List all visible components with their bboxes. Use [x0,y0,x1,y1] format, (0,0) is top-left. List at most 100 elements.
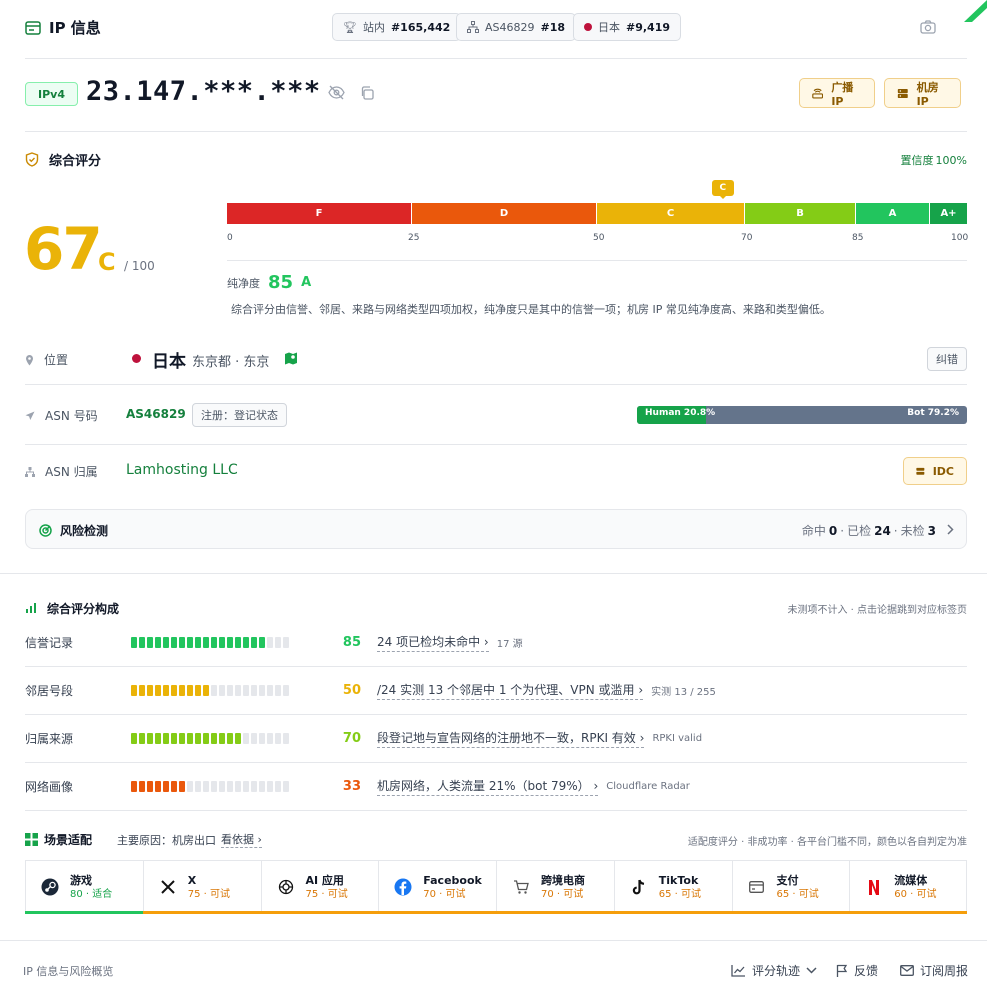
confidence: 置信度 100% [900,153,967,168]
risk-title-group: 风险检测 [39,522,108,539]
server-icon [916,467,925,475]
breakdown-source: 17 源 [496,639,523,650]
meter-cell [227,733,233,744]
chevron-right-icon: › [635,731,645,745]
scenario-card[interactable]: Facebook 70 · 可试 [378,860,497,914]
asn-number-link[interactable]: AS46829 [126,407,186,421]
chevron-right-icon: › [634,683,644,697]
location-region: 东京都 · 东京 [192,355,270,370]
breakdown-row[interactable]: 归属来源 70 段登记地与宣告网络的注册地不一致，RPKI 有效 › RPKI val… [25,715,967,763]
breakdown-source: RPKI valid [652,733,703,744]
location-label: 位置 [25,351,68,368]
breakdown-evidence-link[interactable]: 段登记地与宣告网络的注册地不一致，RPKI 有效 › [377,729,645,748]
scenario-card-text: 流媒体 60 · 可试 [894,874,936,901]
risk-title: 风险检测 [60,524,109,538]
score-section-header: 综合评分 [25,150,101,169]
trophy-icon: 🏆︎ [343,20,357,34]
scenario-card[interactable]: 游戏 80 · 适合 [25,860,144,914]
divider [25,58,967,59]
tiktok-icon [629,877,649,897]
datacenter-ip-tag[interactable]: 机房 IP [884,78,961,108]
scenario-status-bar [496,911,615,914]
meter-cell [275,685,281,696]
meter-cell [147,781,153,792]
breakdown-evidence-link[interactable]: 机房网络，人类流量 21%（bot 79%） › [377,777,599,796]
shield-check-icon [25,152,39,167]
server-icon [897,88,908,98]
fix-button[interactable]: 纠错 [927,347,967,371]
netflix-icon [864,877,884,897]
meter-cell [195,781,201,792]
scenario-status-bar [731,911,851,914]
scenario-card-text: 支付 65 · 可试 [777,874,819,901]
scenario-card-text: X 75 · 可试 [188,874,230,901]
subscribe-button[interactable]: 订阅周报 [900,962,968,979]
feedback-button[interactable]: 反馈 [836,962,878,979]
score-title: 综合评分 [49,154,102,169]
meter-cell [179,685,185,696]
breakdown-row[interactable]: 邻居号段 50/24 实测 13 个邻居中 1 个为代理、VPN 或滥用 › 实测 … [25,667,967,715]
breakdown-evidence-link[interactable]: /24 实测 13 个邻居中 1 个为代理、VPN 或滥用 › [377,681,644,700]
score-trend-button[interactable]: 评分轨迹 [731,962,817,979]
grade-segment-a-plus: A+ [930,203,967,224]
meter-cell [139,781,145,792]
risk-summary: 命中 0 · 已检 24 · 未检 3 [801,523,936,539]
scenario-card-text: 游戏 80 · 适合 [70,874,112,901]
meter-cell [251,733,257,744]
meter-cell [179,733,185,744]
openai-icon [276,877,296,897]
scenario-card-text: Facebook 70 · 可试 [423,874,482,901]
asn-rank-badge[interactable]: AS46829 #18 [456,13,577,41]
scenario-name: 流媒体 [894,873,928,887]
scenario-status-bar [378,911,497,914]
corner-ribbon-icon[interactable] [958,0,987,22]
scenario-score: 70 · 可试 [541,888,584,900]
scenario-card[interactable]: 跨境电商 70 · 可试 [496,860,615,914]
owner-name-link[interactable]: Lamhosting LLC [126,462,238,478]
purity-value: 85 [268,272,294,293]
flag-icon [836,964,848,977]
grade-segment-d: D [412,203,596,224]
meter-cell [147,685,153,696]
country-rank-badge[interactable]: 日本 #9,419 [573,13,682,41]
scenario-score: 65 · 可试 [658,888,702,900]
scenario-card[interactable]: TikTok 65 · 可试 [613,860,733,914]
meter-cell [147,733,153,744]
cart-icon [511,877,531,897]
breakdown-evidence-link[interactable]: 24 项已检均未命中 › [377,633,489,652]
meter-cell [243,733,249,744]
meter-cell [251,685,257,696]
pin-icon [26,354,33,365]
scenario-card[interactable]: AI 应用 75 · 可试 [260,860,380,914]
registration-chip[interactable]: 注册：登记状态 [192,403,287,427]
broadcast-ip-tag[interactable]: 广播 IP [799,78,875,108]
meter-cell [139,685,145,696]
map-icon[interactable] [284,352,298,365]
scenario-hint: 适配度评分 · 非成功率 · 各平台门槛不同，颜色以各自判定为准 [687,837,967,848]
section-divider [0,573,987,574]
breakdown-meter [131,637,311,648]
breakdown-meter [131,781,311,792]
page-title: IP 信息 [49,19,101,37]
idc-tag[interactable]: IDC [903,457,967,485]
scenario-score: 80 · 适合 [70,888,113,900]
camera-icon[interactable] [920,20,936,34]
meter-cell [139,637,145,648]
scenario-reason-link[interactable]: 看依据 › [221,831,262,848]
breakdown-row[interactable]: 网络画像 33 机房网络，人类流量 21%（bot 79%） › Cloudflare… [25,763,967,811]
scenario-card[interactable]: 流媒体 60 · 可试 [849,860,967,914]
scenario-name: AI 应用 [305,873,344,887]
meter-cell [163,781,169,792]
scenario-card[interactable]: X 75 · 可试 [142,860,262,914]
meter-cell [235,685,241,696]
risk-detection-panel[interactable]: 风险检测 命中 0 · 已检 24 · 未检 3 [25,509,967,549]
site-rank-badge[interactable]: 🏆︎ 站内 #165,442 [332,13,462,41]
breakdown-row[interactable]: 信誉记录 85 24 项已检均未命中 › 17 源 [25,619,967,667]
score-marker: C [711,180,734,196]
meter-cell [171,781,177,792]
scenario-card[interactable]: 支付 65 · 可试 [731,860,851,914]
eye-off-icon[interactable] [328,85,345,100]
footer-divider [0,940,987,941]
copy-icon[interactable] [360,86,374,100]
scenario-status-bar [25,911,144,914]
